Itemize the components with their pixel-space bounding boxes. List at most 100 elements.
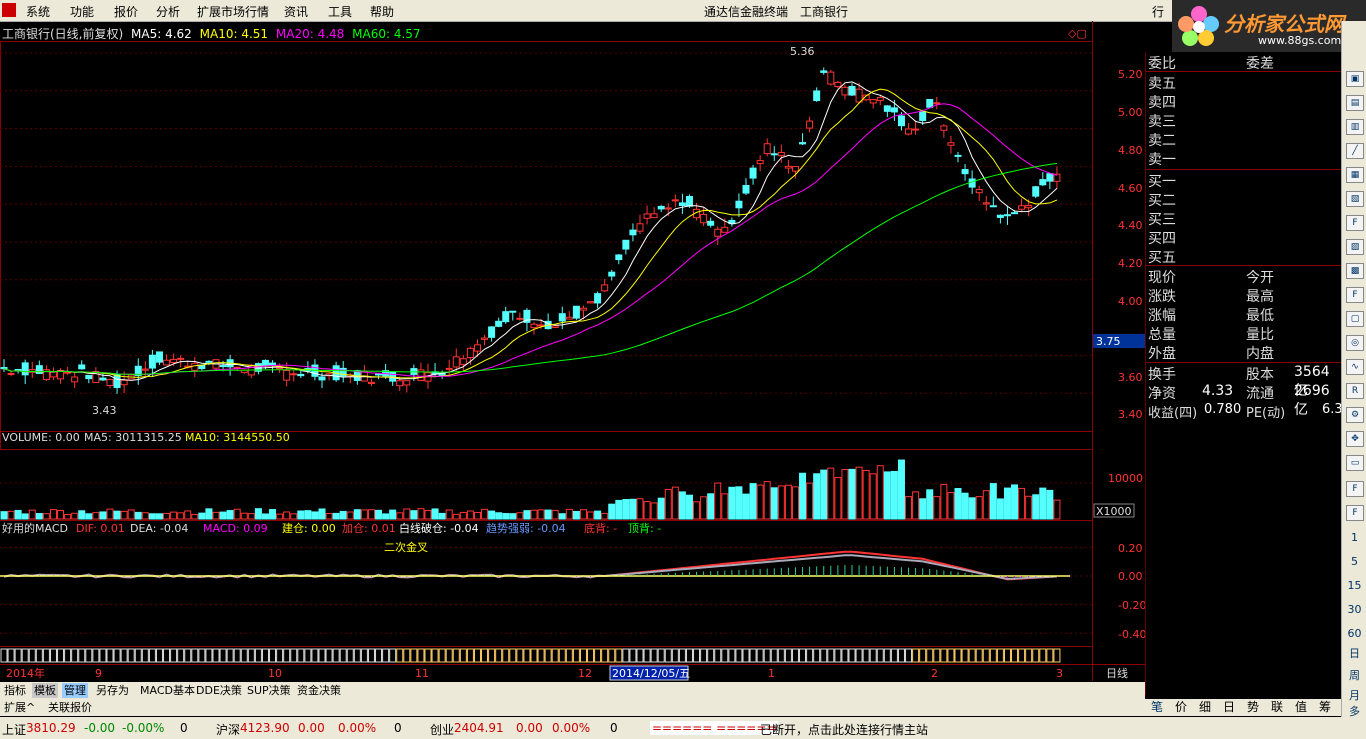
tab-price[interactable]: 价 [1175,700,1187,715]
tab-manage[interactable]: 管理 [62,683,88,698]
tab-fund[interactable]: 资金决策 [295,683,343,698]
candle-body [396,380,404,387]
tab-tick[interactable]: 笔 [1151,700,1163,715]
volume-bar [572,510,580,520]
tab-link[interactable]: 联 [1271,700,1283,715]
volume-bar [7,510,15,520]
tab-value[interactable]: 值 [1295,700,1307,715]
menu-quote[interactable]: 报价 [114,3,138,20]
volume-bar [269,509,277,520]
ext-tab[interactable]: 扩展^ [4,700,35,715]
tab-sup[interactable]: SUP决策 [245,683,293,698]
brand-url[interactable]: www.88gs.com [1258,34,1341,47]
candle-body [784,165,792,169]
volume-bar [389,509,397,520]
candle-body [933,102,941,105]
toolbar-icon[interactable]: F [1346,481,1364,497]
signal-cell [940,648,948,663]
hs-index-label[interactable]: 沪深 [216,721,240,738]
move-icon[interactable]: ✥ [1346,431,1364,447]
menu-system[interactable]: 系统 [26,3,50,20]
volume-bar [558,513,566,520]
toolbar-icon[interactable]: ◎ [1346,335,1364,351]
toolbar-icon[interactable]: ∿ [1346,359,1364,375]
tab-day[interactable]: 日 [1223,700,1235,715]
period-5min[interactable]: 5 [1342,555,1366,568]
cy-index-vol: 0 [610,721,618,735]
quote-pct-label: 涨幅 [1148,308,1176,324]
signal-cell [148,648,156,663]
signal-cell [297,648,305,663]
signal-cell [735,648,743,663]
volume-bar [120,510,128,520]
candle-body [848,85,856,96]
price-tick: 5.00 [1118,106,1143,119]
toolbar-icon[interactable]: ▢ [1346,311,1364,327]
related-quote-tab[interactable]: 关联报价 [48,700,92,715]
price-tick: 3.60 [1118,371,1143,384]
volume-bar [961,492,969,520]
signal-cell [396,648,404,663]
toolbar-icon[interactable]: F [1346,287,1364,303]
sh-index-label[interactable]: 上证 [2,721,26,738]
toolbar-icon[interactable]: F [1346,215,1364,231]
toolbar-icon[interactable]: ╱ [1346,143,1364,159]
toolbar-icon[interactable]: ▣ [1346,71,1364,87]
toolbar-icon[interactable]: ▧ [1346,191,1364,207]
period-month[interactable]: 月 [1342,687,1366,703]
volume-bar [1053,499,1061,520]
period-day[interactable]: 日 [1342,645,1366,661]
candle-body [1046,173,1054,182]
toolbar-icon[interactable]: ▤ [1346,95,1364,111]
chart-corner-icon[interactable]: ◇▢ [1068,27,1087,40]
candle-body [177,357,185,360]
tab-chips[interactable]: 筹 [1319,700,1331,715]
flower-logo-icon [1178,6,1219,46]
toolbar-icon[interactable]: ▥ [1346,119,1364,135]
signal-cell [332,648,340,663]
cy-index-label[interactable]: 创业 [430,721,454,738]
signal-cell [615,648,623,663]
rsi-icon[interactable]: R [1346,383,1364,399]
tab-save-as[interactable]: 另存为 [94,683,131,698]
candle-body [947,142,955,146]
menu-right-label[interactable]: 行 [1152,3,1164,20]
period-60min[interactable]: 60 [1342,627,1366,640]
tab-template[interactable]: 模板 [32,683,58,698]
toolbar-icon[interactable]: ▦ [1346,167,1364,183]
toolbar-icon[interactable]: ▩ [1346,263,1364,279]
toolbar-icon[interactable]: ⚙ [1346,407,1364,423]
menu-help[interactable]: 帮助 [370,3,394,20]
signal-cell [57,648,65,663]
tab-trend[interactable]: 势 [1247,700,1259,715]
connection-message[interactable]: 已断开，点击此处连接行情主站 [760,721,928,738]
signal-cell [912,648,920,663]
signal-cell [905,648,913,663]
toolbar-icon[interactable]: ▨ [1346,239,1364,255]
menu-function[interactable]: 功能 [70,3,94,20]
candle-body [678,202,686,207]
quote-volume-label: 总量 [1148,327,1176,343]
period-week[interactable]: 周 [1342,667,1366,683]
candle-body [926,98,934,108]
pe-label: PE(动) [1246,406,1286,421]
period-1min[interactable]: 1 [1342,531,1366,544]
signal-cell [290,648,298,663]
tab-dde[interactable]: DDE决策 [194,683,244,698]
tab-macd-basic[interactable]: MACD基本 [138,683,197,698]
tab-detail[interactable]: 细 [1199,700,1211,715]
toolbar-icon[interactable]: ▭ [1346,455,1364,471]
menu-ext-market[interactable]: 扩展市场行情 [197,3,269,20]
volume-bar [848,468,856,520]
menu-analysis[interactable]: 分析 [156,3,180,20]
period-30min[interactable]: 30 [1342,603,1366,616]
period-label[interactable]: 日线 [1106,666,1128,680]
candle-body [558,313,566,322]
tab-indicator[interactable]: 指标 [2,683,28,698]
menu-info[interactable]: 资讯 [284,3,308,20]
period-15min[interactable]: 15 [1342,579,1366,592]
toolbar-icon[interactable]: F [1346,505,1364,521]
menu-tools[interactable]: 工具 [328,3,352,20]
buy2-label: 买二 [1148,193,1176,209]
kline-chart-area[interactable]: 5.20 5.00 4.80 4.60 4.40 4.20 4.00 3.60 … [0,21,1145,703]
